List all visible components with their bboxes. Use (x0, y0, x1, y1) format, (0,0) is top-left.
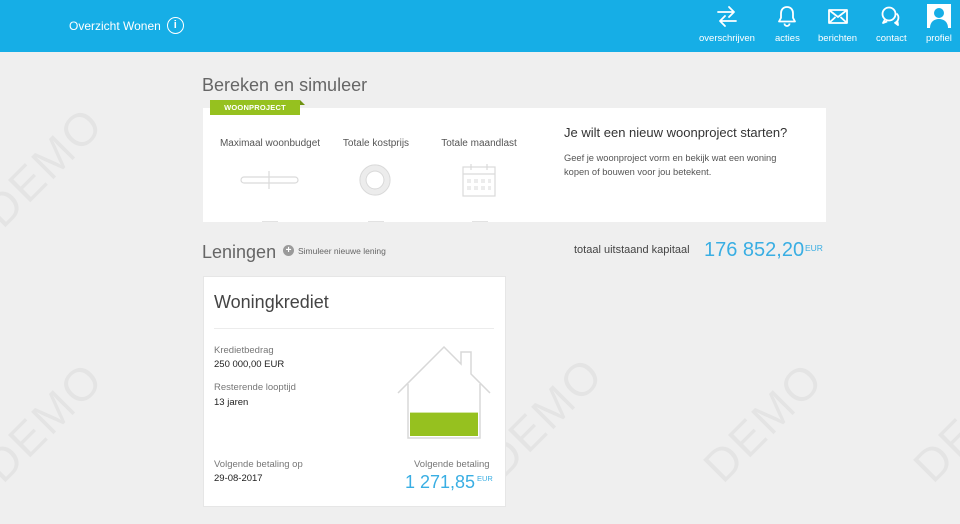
column-divider (262, 221, 278, 222)
top-bar: Overzicht Wonen i overschrijven acties b… (0, 0, 960, 52)
maandlast-label: Totale maandlast (441, 138, 517, 149)
maandlast-column[interactable]: Totale maandlast (436, 138, 522, 149)
nav-label: acties (775, 33, 800, 44)
kostprijs-label: Totale kostprijs (342, 138, 410, 149)
simulate-title: Bereken en simuleer (202, 75, 368, 95)
nav-profiel[interactable]: profiel (926, 4, 952, 44)
nav-label: overschrijven (699, 33, 755, 44)
column-divider (368, 221, 384, 222)
card-title: Woningkrediet (214, 292, 329, 312)
nav-overschrijven[interactable]: overschrijven (699, 4, 755, 44)
next-payment-label: Volgende betaling (414, 459, 490, 470)
demo-watermark: DEMO (0, 351, 114, 492)
demo-watermark: DEMO (0, 96, 114, 237)
simulate-new-loan-button[interactable]: + Simuleer nieuwe lening (283, 245, 386, 256)
bell-icon (778, 6, 797, 27)
chat-bubbles-icon (881, 6, 900, 26)
total-capital-label: totaal uitstaand kapitaal (574, 244, 690, 256)
column-divider (472, 221, 488, 222)
user-avatar-icon (926, 4, 951, 28)
envelope-icon (827, 9, 848, 24)
overview-label: Overzicht Wonen (69, 18, 161, 33)
nav-label: profiel (926, 33, 952, 44)
budget-label: Maximaal woonbudget (219, 138, 321, 149)
plus-circle-icon: + (283, 245, 294, 256)
house-progress-icon (397, 345, 491, 439)
total-capital-amount: 176 852,20 (704, 239, 805, 261)
kredietbedrag-value: 250 000,00 EUR (214, 359, 285, 370)
nav-label: berichten (818, 33, 858, 44)
next-payment-amount: 1 271,85 (405, 472, 476, 492)
info-icon[interactable]: i (166, 17, 184, 34)
demo-watermark: DEMO (692, 351, 833, 492)
donut-icon (359, 164, 391, 196)
nav-contact[interactable]: contact (876, 4, 907, 44)
next-payment-currency: EUR (477, 474, 493, 483)
overview-title[interactable]: Overzicht Wonen i (69, 17, 184, 34)
calendar-icon (462, 164, 496, 197)
looptijd-value: 13 jaren (214, 397, 249, 408)
simulate-new-loan-label: Simuleer nieuwe lening (298, 245, 386, 256)
nav-berichten[interactable]: berichten (818, 4, 857, 44)
house-fill-bar (410, 412, 478, 436)
nav-acties[interactable]: acties (775, 4, 800, 44)
budget-column[interactable]: Maximaal woonbudget (219, 138, 321, 149)
transfer-arrows-icon (717, 6, 737, 27)
looptijd-label: Resterende looptijd (214, 382, 296, 393)
total-capital-currency: EUR (805, 243, 823, 253)
woonproject-question: Je wilt een nieuw woonproject starten? (564, 125, 788, 140)
demo-watermark: DEMO (902, 351, 960, 492)
next-payment-date-value: 29-08-2017 (214, 473, 263, 484)
woonproject-ribbon: WOONPROJECT (210, 100, 305, 115)
woonproject-description: Geef je woonproject vorm en bekijk wat e… (564, 153, 777, 177)
nav-label: contact (876, 33, 907, 44)
kostprijs-column[interactable]: Totale kostprijs (336, 138, 416, 149)
next-payment-date-label: Volgende betaling op (214, 459, 303, 470)
card-divider (214, 328, 494, 329)
kredietbedrag-label: Kredietbedrag (214, 345, 274, 356)
slider-icon (240, 171, 299, 189)
loans-title: Leningen (202, 242, 277, 262)
